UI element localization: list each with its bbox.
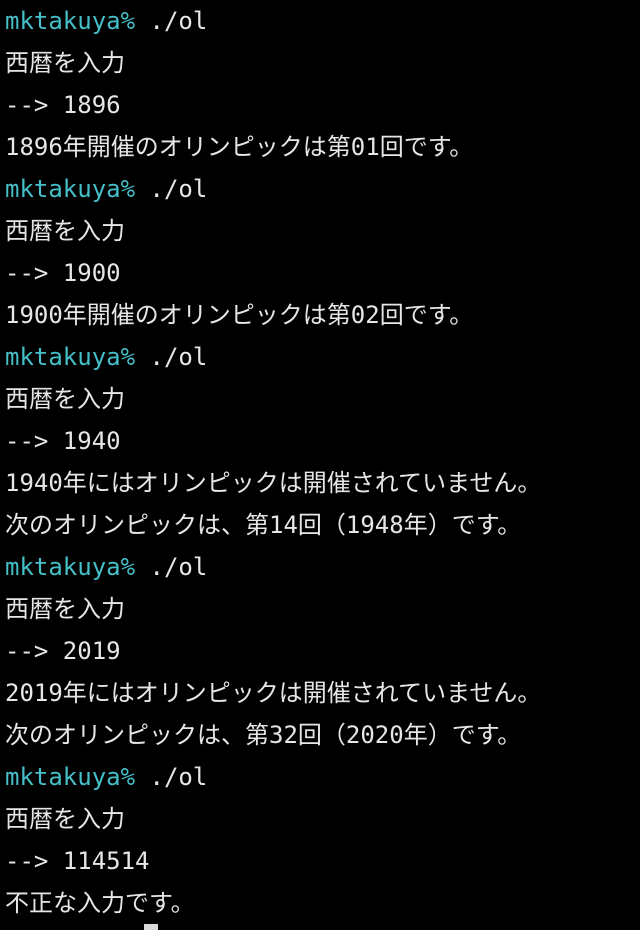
input-echo-line: --> 1896 [5, 91, 121, 119]
output-line: 西暦を入力 [5, 49, 125, 77]
input-echo-line: --> 2019 [5, 637, 121, 665]
prompt-user: mktakuya% [5, 175, 136, 203]
prompt-line: mktakuya% ./ol [5, 168, 640, 210]
output-line: 2019年にはオリンピックは開催されていません。 [5, 679, 542, 707]
command-text: ./ol [135, 175, 208, 203]
command-text: ./ol [135, 343, 208, 371]
prompt-line: mktakuya% ./ol [5, 336, 640, 378]
terminal-window[interactable]: mktakuya% ./ol 西暦を入力 --> 1896 1896年開催のオリ… [0, 0, 640, 930]
output-line: 次のオリンピックは、第32回（2020年）です。 [5, 721, 522, 749]
prompt-line: mktakuya% ./ol [5, 546, 640, 588]
text-cursor [144, 924, 158, 930]
output-line: 西暦を入力 [5, 805, 125, 833]
output-line: 西暦を入力 [5, 217, 125, 245]
output-line: 次のオリンピックは、第14回（1948年）です。 [5, 511, 522, 539]
output-line: 1940年にはオリンピックは開催されていません。 [5, 469, 542, 497]
command-text: ./ol [135, 763, 208, 791]
input-echo-line: --> 1900 [5, 259, 121, 287]
input-echo-line: --> 114514 [5, 847, 150, 875]
output-line: 不正な入力です。 [5, 889, 195, 917]
command-text: ./ol [135, 7, 208, 35]
prompt-user: mktakuya% [5, 7, 136, 35]
output-line: 1900年開催のオリンピックは第02回です。 [5, 301, 474, 329]
terminal-output: mktakuya% ./ol 西暦を入力 --> 1896 1896年開催のオリ… [5, 0, 640, 924]
prompt-line: mktakuya% ./ol [5, 756, 640, 798]
command-text: ./ol [135, 553, 208, 581]
prompt-line: mktakuya% ./ol [5, 0, 640, 42]
output-line: 西暦を入力 [5, 595, 125, 623]
prompt-user: mktakuya% [5, 763, 136, 791]
output-line: 1896年開催のオリンピックは第01回です。 [5, 133, 474, 161]
prompt-user: mktakuya% [5, 343, 136, 371]
prompt-user: mktakuya% [5, 553, 136, 581]
input-echo-line: --> 1940 [5, 427, 121, 455]
output-line: 西暦を入力 [5, 385, 125, 413]
